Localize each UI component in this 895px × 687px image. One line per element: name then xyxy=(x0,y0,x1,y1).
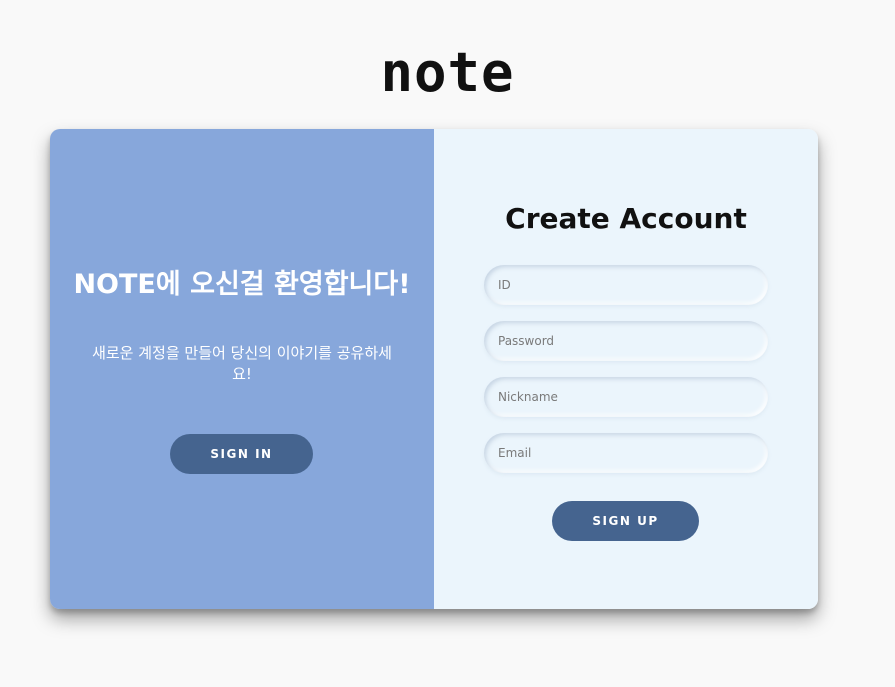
sign-up-button[interactable]: SIGN UP xyxy=(552,501,699,541)
sign-in-button[interactable]: SIGN IN xyxy=(170,434,313,474)
nickname-input[interactable] xyxy=(484,377,768,417)
password-input[interactable] xyxy=(484,321,768,361)
create-account-title: Create Account xyxy=(505,202,747,235)
id-input[interactable] xyxy=(484,265,768,305)
welcome-title: NOTE에 오신걸 환영합니다! xyxy=(73,269,411,300)
welcome-panel: NOTE에 오신걸 환영합니다! 새로운 계정을 만들어 당신의 이야기를 공유… xyxy=(50,129,434,609)
email-input[interactable] xyxy=(484,433,768,473)
create-account-panel: Create Account SIGN UP xyxy=(434,129,818,609)
welcome-description: 새로운 계정을 만들어 당신의 이야기를 공유하세요! xyxy=(92,344,392,383)
app-logo: note xyxy=(380,41,515,104)
auth-card: NOTE에 오신걸 환영합니다! 새로운 계정을 만들어 당신의 이야기를 공유… xyxy=(50,129,818,609)
